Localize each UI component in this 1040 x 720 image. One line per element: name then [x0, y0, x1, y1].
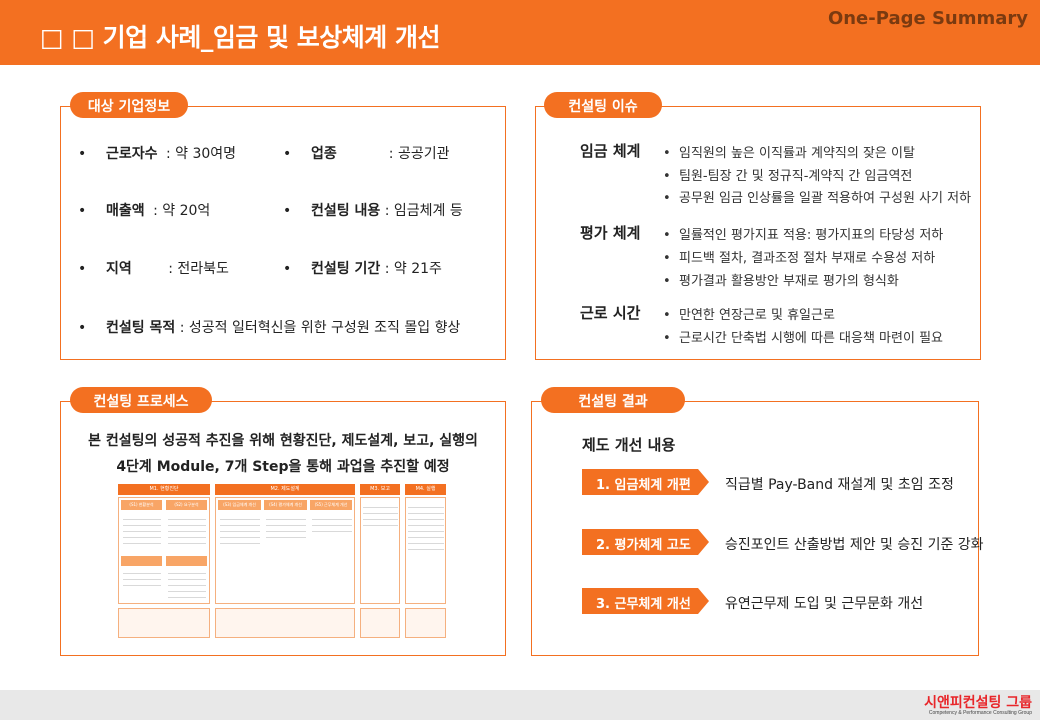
step-header: (S3) 임금체계 개선	[218, 500, 261, 510]
company-row-1-left: • 근로자수 : 약 30여명	[78, 146, 237, 162]
company-row-3-left: • 지역 : 전라북도	[78, 261, 229, 277]
company-logo: 시앤피컨설팅 그룹	[924, 695, 1032, 711]
consulting-results-pill: 컨설팅 결과	[541, 387, 685, 413]
step-detail-lines	[363, 504, 398, 528]
process-description-line2: 4단계 Module, 7개 Step을 통해 과업을 추진할 예정	[116, 459, 450, 475]
result-tag-arrow	[698, 588, 709, 614]
footer-bar: 시앤피컨설팅 그룹 Competency & Performance Consu…	[0, 690, 1040, 720]
issue-item: • 피드백 절차, 결과조정 절차 부재로 수용성 저하	[663, 251, 936, 266]
issue-item: • 임직원의 높은 이직률과 계약직의 잦은 이탈	[663, 146, 915, 161]
step-header: (S2) 요구분석	[166, 500, 207, 510]
step-detail-lines	[168, 570, 206, 598]
one-page-summary-label: One-Page Summary	[827, 8, 1028, 29]
step-detail-lines	[266, 516, 306, 540]
module-header: M3. 보고	[360, 484, 400, 495]
step-header: (S5) 근무체계 개선	[310, 500, 352, 510]
company-row-3-right: • 컨설팅 기간 : 약 21주	[283, 261, 442, 277]
module-header: M1. 현황진단	[118, 484, 210, 495]
step-detail-lines	[123, 570, 161, 588]
company-row-1-right: • 업종: 공공기관	[283, 146, 450, 162]
company-purpose-row: • 컨설팅 목적 : 성공적 일터혁신을 위한 구성원 조직 몰입 향상	[78, 320, 461, 336]
outcome-box	[118, 608, 210, 638]
step-detail-lines	[408, 504, 444, 552]
result-text-evaluation: 승진포인트 산출방법 제안 및 승진 기준 강화	[725, 537, 984, 553]
issue-item: • 팀원-팀장 간 및 정규직-계약직 간 임금역전	[663, 169, 913, 184]
consulting-process-pill: 컨설팅 프로세스	[70, 387, 212, 413]
header-bar: □ □ 기업 사례_임금 및 보상체계 개선 One-Page Summary	[0, 0, 1040, 65]
process-diagram: M1. 현황진단 M2. 제도설계 M3. 보고 M4. 실행 (S1) 현황분…	[118, 484, 446, 641]
issue-item: • 평가결과 활용방안 부재로 평가의 형식화	[663, 274, 899, 289]
result-tag-worktime: 3. 근무체계 개선	[582, 588, 698, 614]
issue-label-evaluation: 평가 체계	[580, 224, 641, 242]
outcome-box	[215, 608, 355, 638]
result-tag-arrow	[698, 529, 709, 555]
company-row-2-right: • 컨설팅 내용 : 임금체계 등	[283, 203, 463, 219]
step-detail-lines	[312, 516, 352, 534]
result-tag-arrow	[698, 469, 709, 495]
step-header: (S1) 현황분석	[121, 500, 162, 510]
outcome-box	[405, 608, 446, 638]
issue-item: • 일률적인 평가지표 적용: 평가지표의 타당성 저하	[663, 228, 944, 243]
step-substep	[121, 556, 162, 566]
process-description-line1: 본 컨설팅의 성공적 추진을 위해 현황진단, 제도설계, 보고, 실행의	[88, 433, 478, 449]
page-title: □ □ 기업 사례_임금 및 보상체계 개선	[40, 23, 440, 52]
result-text-worktime: 유연근무제 도입 및 근무문화 개선	[725, 596, 924, 612]
issue-item: • 근로시간 단축법 시행에 따른 대응책 마련이 필요	[663, 331, 943, 346]
module-body	[215, 497, 355, 604]
results-subtitle: 제도 개선 내용	[582, 436, 676, 454]
step-header: (S4) 평가체계 개선	[264, 500, 307, 510]
issue-item: • 공무원 임금 인상률을 일괄 적용하여 구성원 사기 저하	[663, 191, 972, 206]
issue-label-worktime: 근로 시간	[580, 304, 641, 322]
module-header: M2. 제도설계	[215, 484, 355, 495]
issue-item: • 만연한 연장근로 및 휴일근로	[663, 308, 835, 323]
result-tag-evaluation: 2. 평가체계 고도화	[582, 529, 698, 572]
company-logo-tagline: Competency & Performance Consulting Grou…	[928, 710, 1032, 716]
step-substep	[166, 556, 207, 566]
company-row-2-left: • 매출액 : 약 20억	[78, 203, 211, 219]
module-header: M4. 실행	[405, 484, 446, 495]
step-detail-lines	[123, 516, 161, 546]
issue-label-wage: 임금 체계	[580, 142, 641, 160]
company-info-pill: 대상 기업정보	[70, 92, 188, 118]
step-detail-lines	[220, 516, 260, 546]
consulting-issues-pill: 컨설팅 이슈	[544, 92, 662, 118]
result-tag-wage: 1. 임금체계 개편	[582, 469, 698, 495]
outcome-box	[360, 608, 400, 638]
result-text-wage: 직급별 Pay-Band 재설계 및 초임 조정	[725, 477, 954, 493]
step-detail-lines	[168, 516, 206, 546]
